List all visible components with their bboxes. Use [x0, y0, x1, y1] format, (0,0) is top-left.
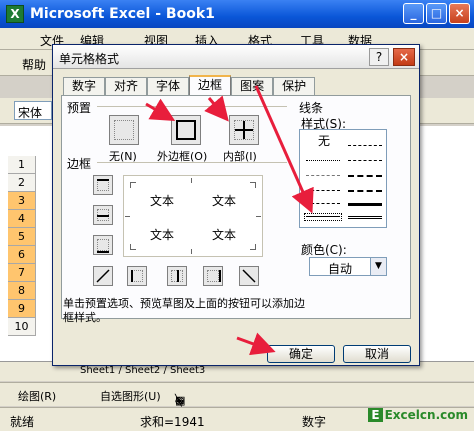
- row-header[interactable]: 7: [8, 264, 36, 282]
- dialog-title: 单元格格式: [59, 52, 120, 66]
- line-color-select[interactable]: 自动 ▼: [309, 257, 387, 276]
- chevron-down-icon[interactable]: ▼: [370, 258, 386, 275]
- presets-divider: [97, 106, 287, 107]
- border-bottom-button[interactable]: [93, 235, 113, 255]
- line-style-option[interactable]: [348, 216, 382, 219]
- preset-inside-button[interactable]: [229, 115, 259, 145]
- line-style-option[interactable]: [348, 160, 382, 161]
- watermark-logo: E Excelcn.com: [368, 408, 468, 422]
- dialog-tabs: 数字 对齐 字体 边框 图案 保护: [63, 75, 316, 96]
- preview-text: 文本: [150, 228, 175, 242]
- tab-number[interactable]: 数字: [63, 77, 106, 95]
- excel-title-bar: X Microsoft Excel - Book1 _ □ ×: [0, 0, 474, 28]
- row-header[interactable]: 10: [8, 318, 36, 336]
- help-button[interactable]: 帮助: [22, 56, 46, 73]
- font-name-field[interactable]: 宋体: [14, 101, 52, 120]
- preset-inside-icon: [234, 120, 254, 140]
- line-color-value: 自动: [328, 262, 353, 276]
- ok-button[interactable]: 确定: [267, 345, 335, 363]
- line-style-list[interactable]: 无: [299, 129, 387, 228]
- line-group-label: 线条: [299, 101, 324, 115]
- border-divider: [97, 162, 287, 163]
- cancel-button[interactable]: 取消: [343, 345, 411, 363]
- row-header[interactable]: 1: [8, 156, 36, 174]
- status-ready: 就绪: [10, 415, 35, 429]
- preset-none-icon: [114, 120, 134, 140]
- line-style-option[interactable]: [306, 203, 340, 204]
- tab-patterns[interactable]: 图案: [231, 77, 274, 95]
- line-style-option[interactable]: [306, 160, 340, 161]
- line-style-none[interactable]: 无: [318, 132, 330, 149]
- row-header[interactable]: 5: [8, 228, 36, 246]
- line-style-option[interactable]: [348, 203, 382, 206]
- maximize-button[interactable]: □: [426, 3, 447, 24]
- border-diagonal-down-button[interactable]: [239, 266, 259, 286]
- preset-none-button[interactable]: [109, 115, 139, 145]
- row-header[interactable]: 2: [8, 174, 36, 192]
- status-mode: 数字: [302, 415, 327, 429]
- format-cells-dialog: 单元格格式 ? × 数字 对齐 字体 边框 图案 保护 预置 无(N) 外边框(…: [52, 44, 420, 366]
- line-style-option[interactable]: [348, 190, 382, 192]
- border-hint-text: 单击预置选项、预览草图及上面的按钮可以添加边框样式。: [63, 297, 305, 324]
- tab-protection[interactable]: 保护: [273, 77, 316, 95]
- preview-text: 文本: [150, 194, 175, 208]
- preset-outline-button[interactable]: [171, 115, 201, 145]
- border-diagonal-up-button[interactable]: [93, 266, 113, 286]
- help-icon[interactable]: ?: [369, 48, 389, 66]
- sheet-tabs[interactable]: Sheet1 / Sheet2 / Sheet3: [80, 365, 205, 376]
- preset-outline-icon: [176, 120, 196, 140]
- line-style-option[interactable]: [348, 175, 382, 177]
- border-preview[interactable]: 文本 文本 文本 文本: [123, 175, 263, 257]
- border-right-button[interactable]: [203, 266, 223, 286]
- row-header[interactable]: 6: [8, 246, 36, 264]
- minimize-button[interactable]: _: [403, 3, 424, 24]
- drawing-toolbar: 绘图(R) 自选图形(U) ╲ ↘ □ ○ ▤ ◈: [0, 382, 474, 407]
- row-header[interactable]: 9: [8, 300, 36, 318]
- border-middle-horizontal-button[interactable]: [93, 205, 113, 225]
- preview-text: 文本: [212, 194, 237, 208]
- row-header[interactable]: 8: [8, 282, 36, 300]
- border-left-button[interactable]: [127, 266, 147, 286]
- line-style-selected: [304, 213, 342, 221]
- preview-text: 文本: [212, 228, 237, 242]
- draw-menu-button[interactable]: 绘图(R): [18, 388, 56, 404]
- dialog-close-button[interactable]: ×: [393, 48, 415, 66]
- fill-color-icon[interactable]: ◈: [175, 394, 183, 407]
- border-middle-vertical-button[interactable]: [167, 266, 187, 286]
- window-title: Microsoft Excel - Book1: [30, 6, 215, 22]
- status-sum: 求和=1941: [140, 415, 205, 429]
- row-header[interactable]: 4: [8, 210, 36, 228]
- line-style-option[interactable]: [306, 190, 340, 191]
- close-window-button[interactable]: ×: [449, 3, 470, 24]
- tab-font[interactable]: 字体: [147, 77, 190, 95]
- color-label: 颜色(C):: [301, 243, 347, 257]
- line-style-option[interactable]: [306, 175, 340, 176]
- border-group-label: 边框: [67, 157, 92, 171]
- autoshapes-button[interactable]: 自选图形(U): [100, 388, 161, 404]
- tab-alignment[interactable]: 对齐: [105, 77, 148, 95]
- presets-group-label: 预置: [67, 101, 92, 115]
- border-top-button[interactable]: [93, 175, 113, 195]
- line-style-option[interactable]: [348, 145, 382, 146]
- excel-logo-icon: X: [6, 5, 24, 23]
- tab-border[interactable]: 边框: [189, 75, 232, 96]
- dialog-title-bar: 单元格格式 ? ×: [53, 45, 419, 69]
- row-header[interactable]: 3: [8, 192, 36, 210]
